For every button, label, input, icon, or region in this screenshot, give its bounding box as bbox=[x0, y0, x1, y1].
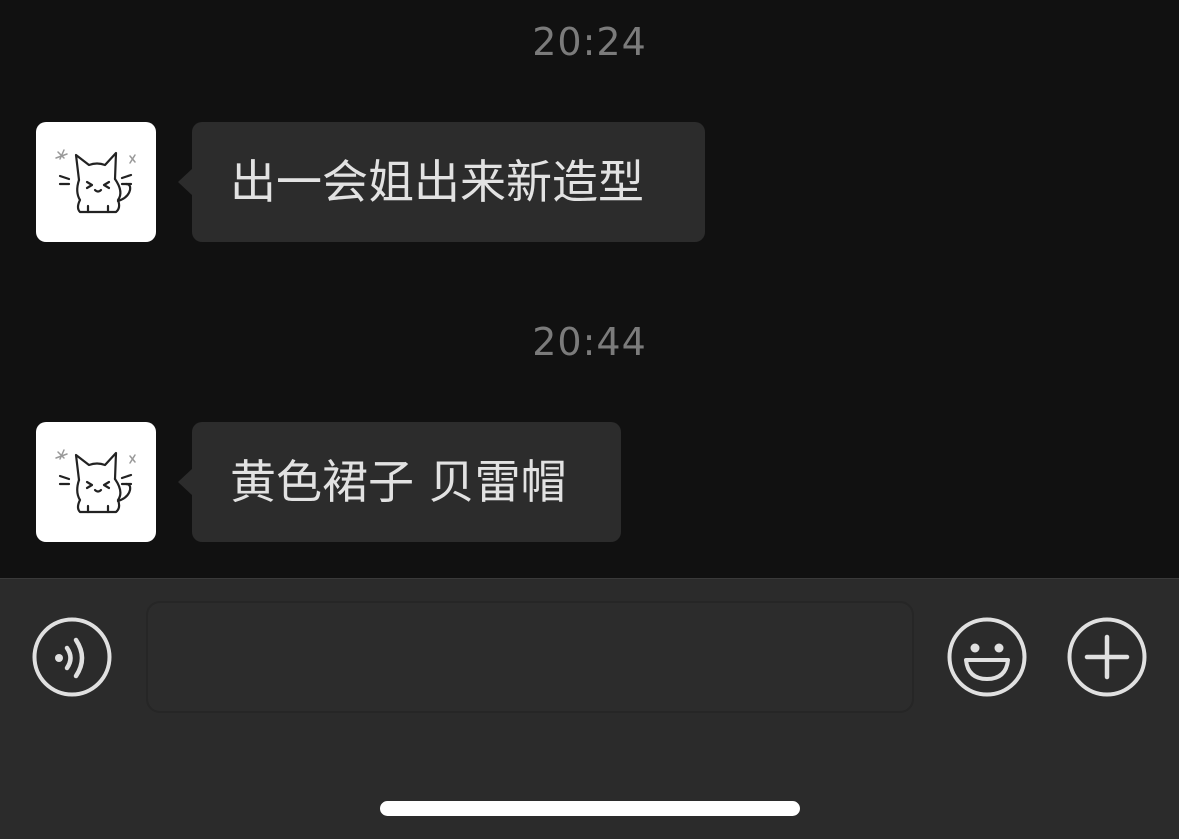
cat-avatar-icon bbox=[55, 149, 136, 214]
message-bubble[interactable]: 出一会姐出来新造型 bbox=[178, 122, 705, 242]
message-timestamp: 20:24 bbox=[532, 20, 647, 64]
message-input[interactable] bbox=[146, 601, 914, 713]
plus-icon bbox=[1067, 617, 1147, 697]
message-bubble[interactable]: 黄色裙子 贝雷帽 bbox=[178, 422, 621, 542]
message-timestamp: 20:44 bbox=[532, 320, 647, 364]
home-indicator[interactable] bbox=[380, 801, 800, 816]
avatar[interactable] bbox=[36, 422, 156, 542]
cat-avatar-icon bbox=[55, 449, 136, 514]
emoji-icon bbox=[947, 617, 1027, 697]
emoji-button[interactable] bbox=[947, 617, 1027, 697]
more-button[interactable] bbox=[1067, 617, 1147, 697]
voice-icon bbox=[32, 617, 112, 697]
avatar[interactable] bbox=[36, 122, 156, 242]
chat-area[interactable]: 20:24 出一会姐出来新造型 20:44 黄色裙子 贝雷帽 bbox=[0, 0, 1179, 578]
voice-button[interactable] bbox=[32, 617, 112, 697]
input-bar bbox=[0, 578, 1179, 839]
